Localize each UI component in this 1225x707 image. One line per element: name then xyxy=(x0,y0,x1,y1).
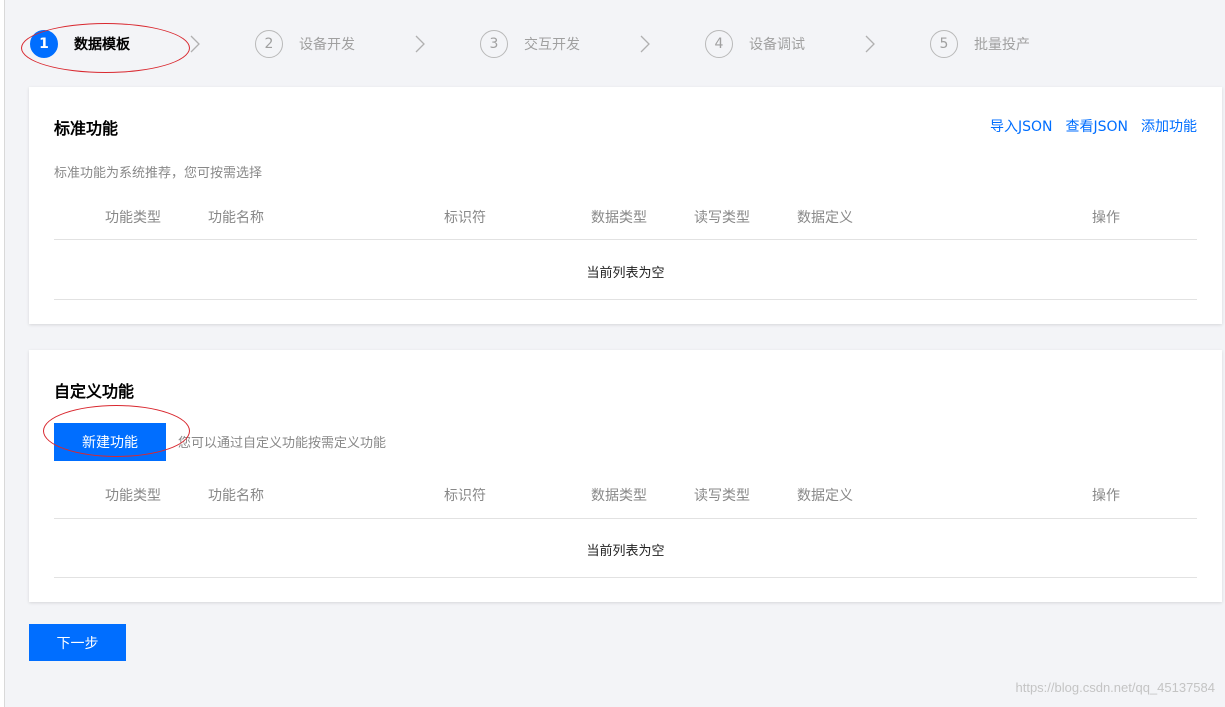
chevron-right-icon xyxy=(865,35,875,53)
table-divider xyxy=(54,577,1197,578)
step-device-debugging[interactable]: 4 设备调试 xyxy=(705,28,805,60)
column-header: 数据定义 xyxy=(797,210,853,226)
card-title: 自定义功能 xyxy=(54,382,135,401)
column-header: 数据类型 xyxy=(591,210,647,226)
step-interaction-development[interactable]: 3 交互开发 xyxy=(480,28,580,60)
table-header: 功能类型 功能名称 标识符 数据类型 读写类型 数据定义 操作 xyxy=(54,485,1197,505)
column-header: 功能名称 xyxy=(208,488,264,504)
column-header: 功能类型 xyxy=(105,488,161,504)
import-json-link[interactable]: 导入JSON xyxy=(990,116,1053,136)
standard-features-card: 标准功能 导入JSON 查看JSON 添加功能 标准功能为系统推荐，您可按需选择… xyxy=(29,87,1222,324)
chevron-right-icon xyxy=(190,35,200,53)
step-label: 批量投产 xyxy=(974,37,1030,53)
step-number: 5 xyxy=(930,30,958,58)
column-header: 功能类型 xyxy=(105,210,161,226)
column-header: 操作 xyxy=(1092,488,1120,504)
step-number: 1 xyxy=(30,30,58,58)
column-header: 读写类型 xyxy=(694,210,750,226)
chevron-right-icon xyxy=(415,35,425,53)
step-mass-production[interactable]: 5 批量投产 xyxy=(930,28,1030,60)
column-header: 标识符 xyxy=(444,488,486,504)
standard-actions: 导入JSON 查看JSON 添加功能 xyxy=(990,116,1197,136)
column-header: 功能名称 xyxy=(208,210,264,226)
table-divider xyxy=(54,299,1197,300)
empty-list-message: 当前列表为空 xyxy=(586,544,665,559)
step-label: 交互开发 xyxy=(524,37,580,53)
step-progress: 1 数据模板 2 设备开发 3 交互开发 4 设备调试 5 批量投产 xyxy=(30,28,1130,60)
table-header: 功能类型 功能名称 标识符 数据类型 读写类型 数据定义 操作 xyxy=(54,207,1197,227)
view-json-link[interactable]: 查看JSON xyxy=(1065,116,1128,136)
custom-features-card: 自定义功能 新建功能 您可以通过自定义功能按需定义功能 功能类型 功能名称 标识… xyxy=(29,350,1222,602)
empty-list-message: 当前列表为空 xyxy=(586,266,665,281)
step-number: 4 xyxy=(705,30,733,58)
window-left-edge xyxy=(0,0,5,707)
step-device-development[interactable]: 2 设备开发 xyxy=(255,28,355,60)
watermark: https://blog.csdn.net/qq_45137584 xyxy=(1015,680,1216,695)
next-step-button[interactable]: 下一步 xyxy=(29,624,126,661)
table-divider xyxy=(54,239,1197,240)
step-label: 设备调试 xyxy=(749,37,805,53)
custom-hint: 您可以通过自定义功能按需定义功能 xyxy=(178,436,387,451)
card-description: 标准功能为系统推荐，您可按需选择 xyxy=(54,166,263,181)
table-divider xyxy=(54,518,1197,519)
column-header: 标识符 xyxy=(444,210,486,226)
card-title: 标准功能 xyxy=(54,119,119,138)
step-number: 2 xyxy=(255,30,283,58)
step-label: 设备开发 xyxy=(299,37,355,53)
column-header: 数据定义 xyxy=(797,488,853,504)
step-data-template[interactable]: 1 数据模板 xyxy=(30,28,130,60)
column-header: 操作 xyxy=(1092,210,1120,226)
column-header: 数据类型 xyxy=(591,488,647,504)
new-feature-button[interactable]: 新建功能 xyxy=(54,423,166,461)
step-number: 3 xyxy=(480,30,508,58)
column-header: 读写类型 xyxy=(694,488,750,504)
chevron-right-icon xyxy=(640,35,650,53)
add-feature-link[interactable]: 添加功能 xyxy=(1141,116,1197,136)
step-label: 数据模板 xyxy=(74,37,130,53)
